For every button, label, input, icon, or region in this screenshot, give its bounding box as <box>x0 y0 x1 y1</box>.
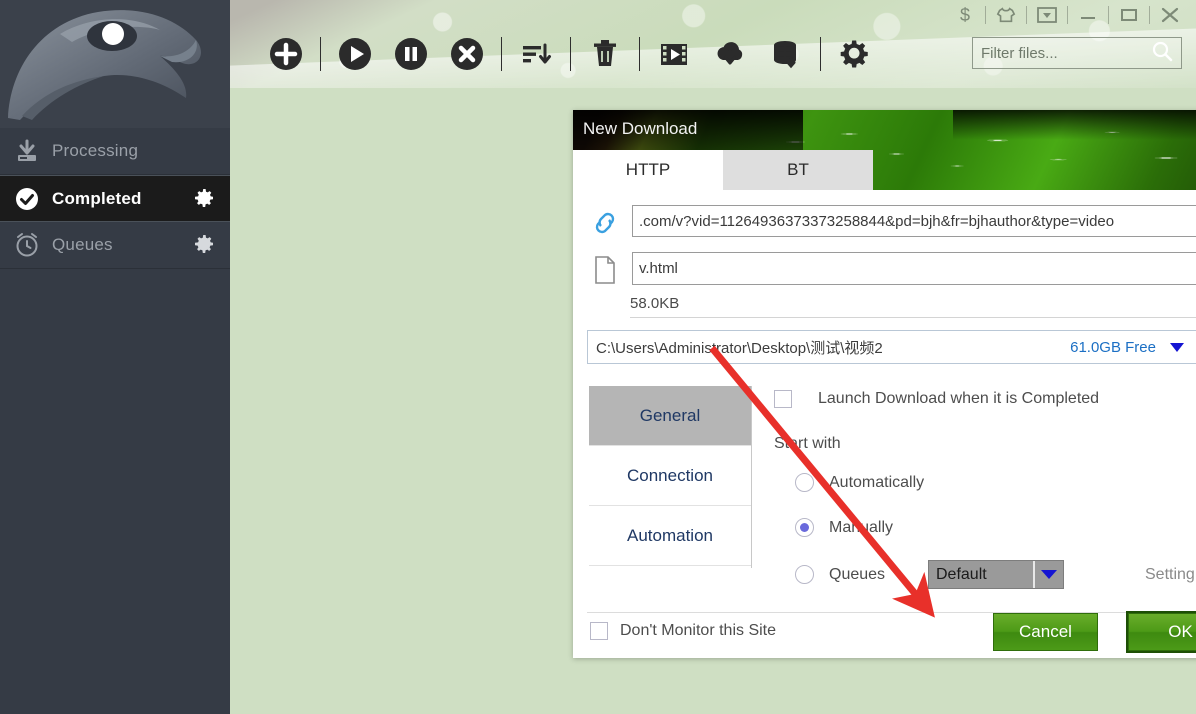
chevron-down-icon[interactable] <box>1170 342 1184 352</box>
cancel-button[interactable] <box>439 28 495 80</box>
radio-label: Queues <box>829 565 886 583</box>
subtab-label: General <box>639 405 701 425</box>
start-with-label: Start with <box>774 435 841 452</box>
cancel-label: Cancel <box>1019 622 1072 641</box>
radio-label: Automatically <box>829 473 925 491</box>
download-path-input[interactable]: C:\Users\Administrator\Desktop\测试\视频2 61… <box>587 330 1196 364</box>
filename-input[interactable]: v.html <box>632 252 1196 285</box>
dialog-header: New Download HTTP BT <box>573 110 1196 190</box>
radio-manually[interactable]: Manually <box>795 518 893 537</box>
radio-queues[interactable]: Queues <box>795 565 885 584</box>
url-value: .com/v?vid=11264936373373258844&pd=bjh&f… <box>639 212 1115 230</box>
checkbox-box[interactable] <box>590 622 608 640</box>
dont-monitor-checkbox[interactable]: Don't Monitor this Site <box>590 622 776 640</box>
toolbar-separator <box>570 37 571 71</box>
checkbox-box[interactable] <box>774 390 792 408</box>
svg-text:$: $ <box>960 5 970 25</box>
link-icon <box>586 208 624 238</box>
search-input[interactable]: Filter files... <box>972 37 1182 69</box>
delete-button[interactable] <box>577 28 633 80</box>
tray-icon[interactable] <box>1027 1 1067 29</box>
subtab-general[interactable]: General <box>589 386 751 446</box>
tab-label: HTTP <box>625 160 671 179</box>
free-space-label: 61.0GB Free <box>1070 338 1156 356</box>
ok-button[interactable]: OK <box>1126 611 1196 653</box>
window-controls: $ <box>945 0 1190 30</box>
size-value: 58.0KB <box>630 295 680 312</box>
subtab-label: Automation <box>627 525 713 545</box>
url-input[interactable]: .com/v?vid=11264936373373258844&pd=bjh&f… <box>632 205 1196 237</box>
gear-icon[interactable] <box>192 232 218 258</box>
dialog-subtabs: General Connection Automation <box>589 386 752 568</box>
main-area: $ Filter files... New Download HTTP BT .… <box>230 0 1196 714</box>
queue-select-value: Default <box>936 565 987 583</box>
subtab-connection[interactable]: Connection <box>589 446 751 506</box>
toolbar: $ Filter files... <box>230 0 1196 88</box>
alarm-clock-icon <box>12 230 42 260</box>
sidebar-item-label: Processing <box>52 141 139 160</box>
settings-button[interactable] <box>827 28 883 80</box>
download-tray-icon <box>12 136 42 166</box>
dont-monitor-label: Don't Monitor this Site <box>620 622 777 639</box>
triangle-down-icon[interactable] <box>1033 561 1063 588</box>
radio-automatically[interactable]: Automatically <box>795 473 924 492</box>
eagle-logo-icon <box>0 0 230 128</box>
radio-button[interactable] <box>795 518 814 537</box>
maximize-icon[interactable] <box>1109 1 1149 29</box>
subtab-label: Connection <box>626 465 713 485</box>
dialog-tabs: HTTP BT <box>573 150 873 190</box>
launch-download-checkbox[interactable]: Launch Download when it is Completed <box>774 390 1099 408</box>
file-icon <box>586 255 624 285</box>
toolbar-separator <box>320 37 321 71</box>
video-converter-button[interactable] <box>646 28 702 80</box>
minimize-icon[interactable] <box>1068 1 1108 29</box>
app-window: Processing Completed Queues $ Filter fil… <box>0 0 1196 714</box>
close-icon[interactable] <box>1150 1 1190 29</box>
radio-button[interactable] <box>795 565 814 584</box>
start-button[interactable] <box>327 28 383 80</box>
skin-icon[interactable] <box>986 1 1026 29</box>
size-dropdown[interactable]: 58.0KB <box>630 290 1196 318</box>
toolbar-buttons <box>258 28 883 80</box>
tab-label: BT <box>787 160 809 179</box>
tab-http[interactable]: HTTP <box>573 150 723 190</box>
path-value: C:\Users\Administrator\Desktop\测试\视频2 <box>596 339 883 357</box>
search-icon[interactable] <box>1151 40 1173 67</box>
filename-value: v.html <box>639 260 678 277</box>
sidebar-item-completed[interactable]: Completed <box>0 175 230 222</box>
footer-divider <box>587 612 1196 613</box>
subtab-automation[interactable]: Automation <box>589 506 751 566</box>
toolbar-separator <box>820 37 821 71</box>
ok-label: OK <box>1168 622 1193 641</box>
add-download-button[interactable] <box>258 28 314 80</box>
dialog-title-shade-right <box>953 110 1196 140</box>
sidebar-item-queues[interactable]: Queues <box>0 222 230 269</box>
radio-button[interactable] <box>795 473 814 492</box>
sidebar-item-label: Completed <box>52 188 142 208</box>
dialog-title: New Download <box>583 119 698 138</box>
cancel-button[interactable]: Cancel <box>993 613 1098 651</box>
eagle-logo <box>0 0 230 128</box>
check-circle-icon <box>12 184 42 214</box>
tab-bt[interactable]: BT <box>723 150 873 190</box>
sidebar-item-processing[interactable]: Processing <box>0 128 230 175</box>
gear-icon[interactable] <box>192 186 218 212</box>
search-placeholder: Filter files... <box>981 44 1058 62</box>
launch-download-label: Launch Download when it is Completed <box>818 390 1100 407</box>
disk-download-button[interactable] <box>758 28 814 80</box>
sort-button[interactable] <box>508 28 564 80</box>
radio-label: Manually <box>829 518 894 536</box>
queue-select[interactable]: Default <box>928 560 1064 589</box>
queue-setting-link[interactable]: Setting... <box>1145 566 1196 584</box>
pause-button[interactable] <box>383 28 439 80</box>
toolbar-separator <box>639 37 640 71</box>
toolbar-separator <box>501 37 502 71</box>
sidebar: Processing Completed Queues <box>0 0 230 714</box>
sidebar-item-label: Queues <box>52 235 113 254</box>
download-cloud-button[interactable] <box>702 28 758 80</box>
donate-icon[interactable]: $ <box>945 1 985 29</box>
